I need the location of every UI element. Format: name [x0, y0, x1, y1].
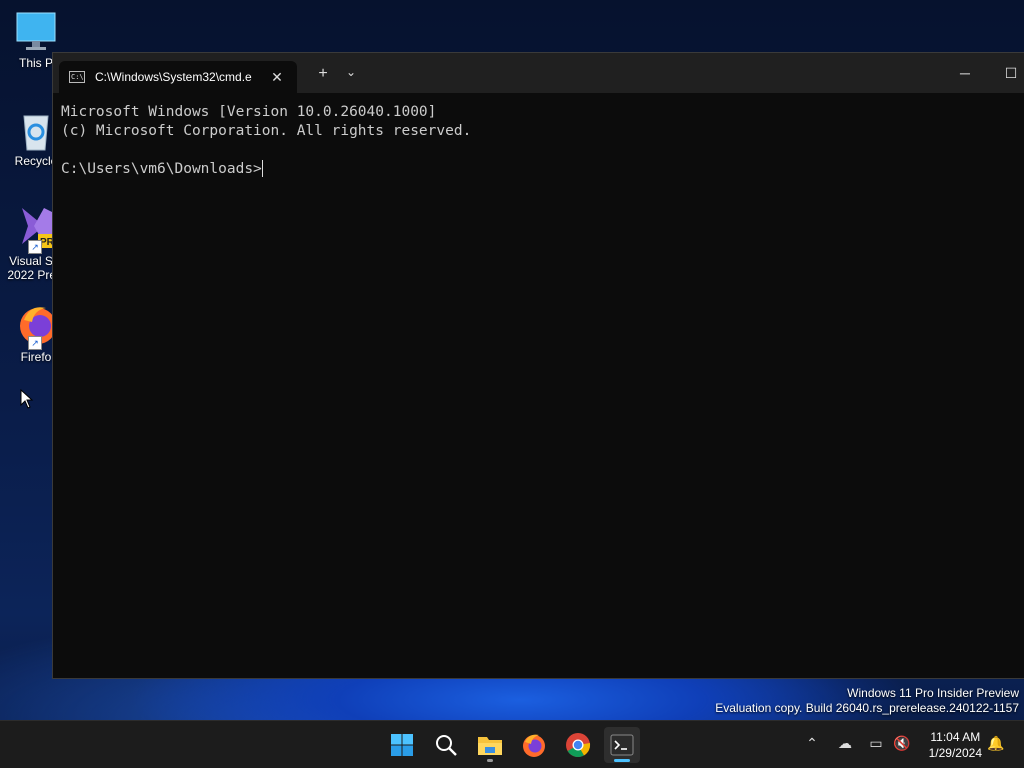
console-line: (c) Microsoft Corporation. All rights re…: [61, 123, 472, 139]
clock[interactable]: 11:04 AM 1/29/2024: [929, 729, 982, 761]
shortcut-arrow-icon: ↗: [28, 336, 42, 350]
firefox-icon: [523, 734, 545, 757]
terminal-taskbar-button[interactable]: [604, 727, 640, 763]
start-icon: [391, 734, 413, 756]
file-explorer-icon: [478, 737, 502, 755]
monitor-icon: [14, 10, 58, 54]
watermark-line-2: Evaluation copy. Build 26040.rs_prerelea…: [715, 701, 1019, 715]
text-cursor: [261, 160, 263, 177]
terminal-icon: [610, 734, 634, 756]
watermark-line-1: Windows 11 Pro Insider Preview: [847, 686, 1019, 700]
evaluation-watermark: Windows 11 Pro Insider Preview Evaluatio…: [715, 686, 1019, 716]
search-icon: [436, 735, 457, 756]
taskbar: ⌃ ☁ ▭ 🔇 11:04 AM 1/29/2024 🔔: [0, 720, 1024, 768]
tab-title: C:\Windows\System32\cmd.e: [95, 70, 252, 84]
minimize-button[interactable]: ─: [945, 61, 985, 85]
chrome-icon: [566, 733, 591, 758]
clock-time: 11:04 AM: [930, 730, 981, 744]
onedrive-icon[interactable]: ☁: [835, 735, 855, 752]
chrome-taskbar-button[interactable]: [560, 727, 596, 763]
clock-date: 1/29/2024: [928, 746, 982, 760]
network-icon[interactable]: ▭: [866, 735, 886, 752]
prompt-text: C:\Users\vm6\Downloads>: [61, 161, 262, 177]
maximize-button[interactable]: ☐: [991, 61, 1024, 85]
title-bar[interactable]: C:\ C:\Windows\System32\cmd.e ✕ + ⌄ ─ ☐: [53, 53, 1024, 93]
app-active-indicator: [614, 759, 630, 762]
terminal-window[interactable]: C:\ C:\Windows\System32\cmd.e ✕ + ⌄ ─ ☐ …: [52, 52, 1024, 679]
console-line: Microsoft Windows [Version 10.0.26040.10…: [61, 104, 437, 120]
chevron-down-icon[interactable]: ⌄: [339, 65, 363, 79]
cmd-icon: C:\: [69, 71, 85, 83]
file-explorer-button[interactable]: [472, 727, 508, 763]
firefox-taskbar-button[interactable]: [516, 727, 552, 763]
console-output[interactable]: Microsoft Windows [Version 10.0.26040.10…: [61, 103, 1023, 670]
start-button[interactable]: [384, 727, 420, 763]
chevron-up-icon[interactable]: ⌃: [802, 735, 822, 752]
tab-cmd[interactable]: C:\ C:\Windows\System32\cmd.e ✕: [59, 61, 297, 93]
search-button[interactable]: [428, 727, 464, 763]
shortcut-arrow-icon: ↗: [28, 240, 42, 254]
new-tab-button[interactable]: +: [311, 65, 335, 83]
notification-bell-icon[interactable]: 🔔: [986, 735, 1006, 752]
app-running-indicator: [487, 759, 493, 762]
volume-muted-icon[interactable]: 🔇: [892, 735, 912, 752]
mouse-pointer-icon: [20, 388, 34, 414]
prompt-line: C:\Users\vm6\Downloads>: [61, 160, 1023, 179]
close-tab-icon[interactable]: ✕: [269, 69, 285, 86]
